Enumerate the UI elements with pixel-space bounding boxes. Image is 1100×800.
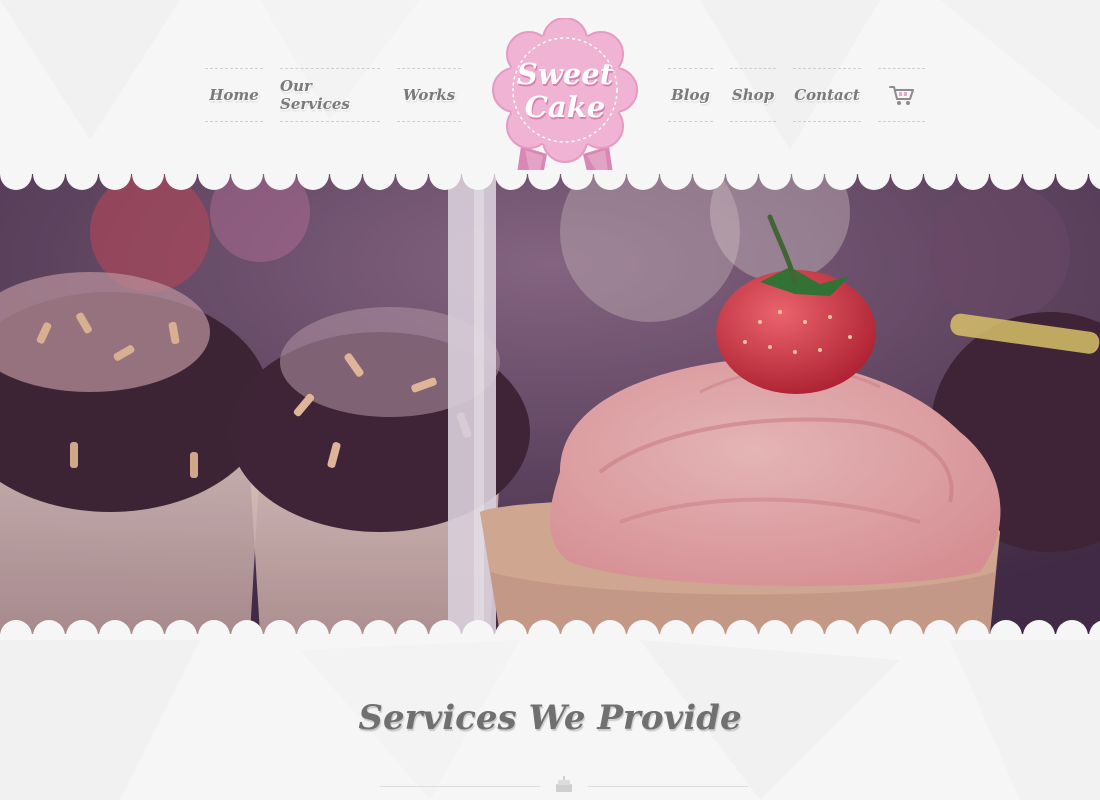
cupcakes-photo xyxy=(0,172,1100,634)
nav-our-services-label: Our Services xyxy=(280,77,350,113)
nav-blog[interactable]: Blog xyxy=(668,68,713,122)
nav-cart[interactable] xyxy=(878,68,925,122)
site-header: Home Our Services Works Blog Shop Contac… xyxy=(0,0,1100,208)
nav-works[interactable]: Works xyxy=(397,68,461,122)
logo-line-1: Sweet xyxy=(516,57,614,91)
nav-contact[interactable]: Contact xyxy=(793,68,861,122)
services-title: Services We Provide xyxy=(358,698,742,738)
nav-home-label: Home xyxy=(209,86,259,104)
scallop-border-bottom xyxy=(0,620,1100,640)
nav-shop[interactable]: Shop xyxy=(730,68,776,122)
divider-right xyxy=(588,786,748,787)
logo-text: Sweet Cake xyxy=(491,58,639,124)
nav-blog-label: Blog xyxy=(671,86,710,104)
nav-shop-label: Shop xyxy=(731,86,775,104)
divider-left xyxy=(380,786,540,787)
nav-contact-label: Contact xyxy=(794,86,860,104)
nav-home[interactable]: Home xyxy=(205,68,263,122)
nav-works-label: Works xyxy=(402,86,456,104)
logo-line-2: Cake xyxy=(524,90,606,124)
scallop-border-top xyxy=(0,170,1100,190)
nav-our-services[interactable]: Our Services xyxy=(280,68,380,122)
cake-icon xyxy=(556,776,572,792)
hero-banner xyxy=(0,172,1100,634)
shopping-cart-icon xyxy=(888,86,914,105)
